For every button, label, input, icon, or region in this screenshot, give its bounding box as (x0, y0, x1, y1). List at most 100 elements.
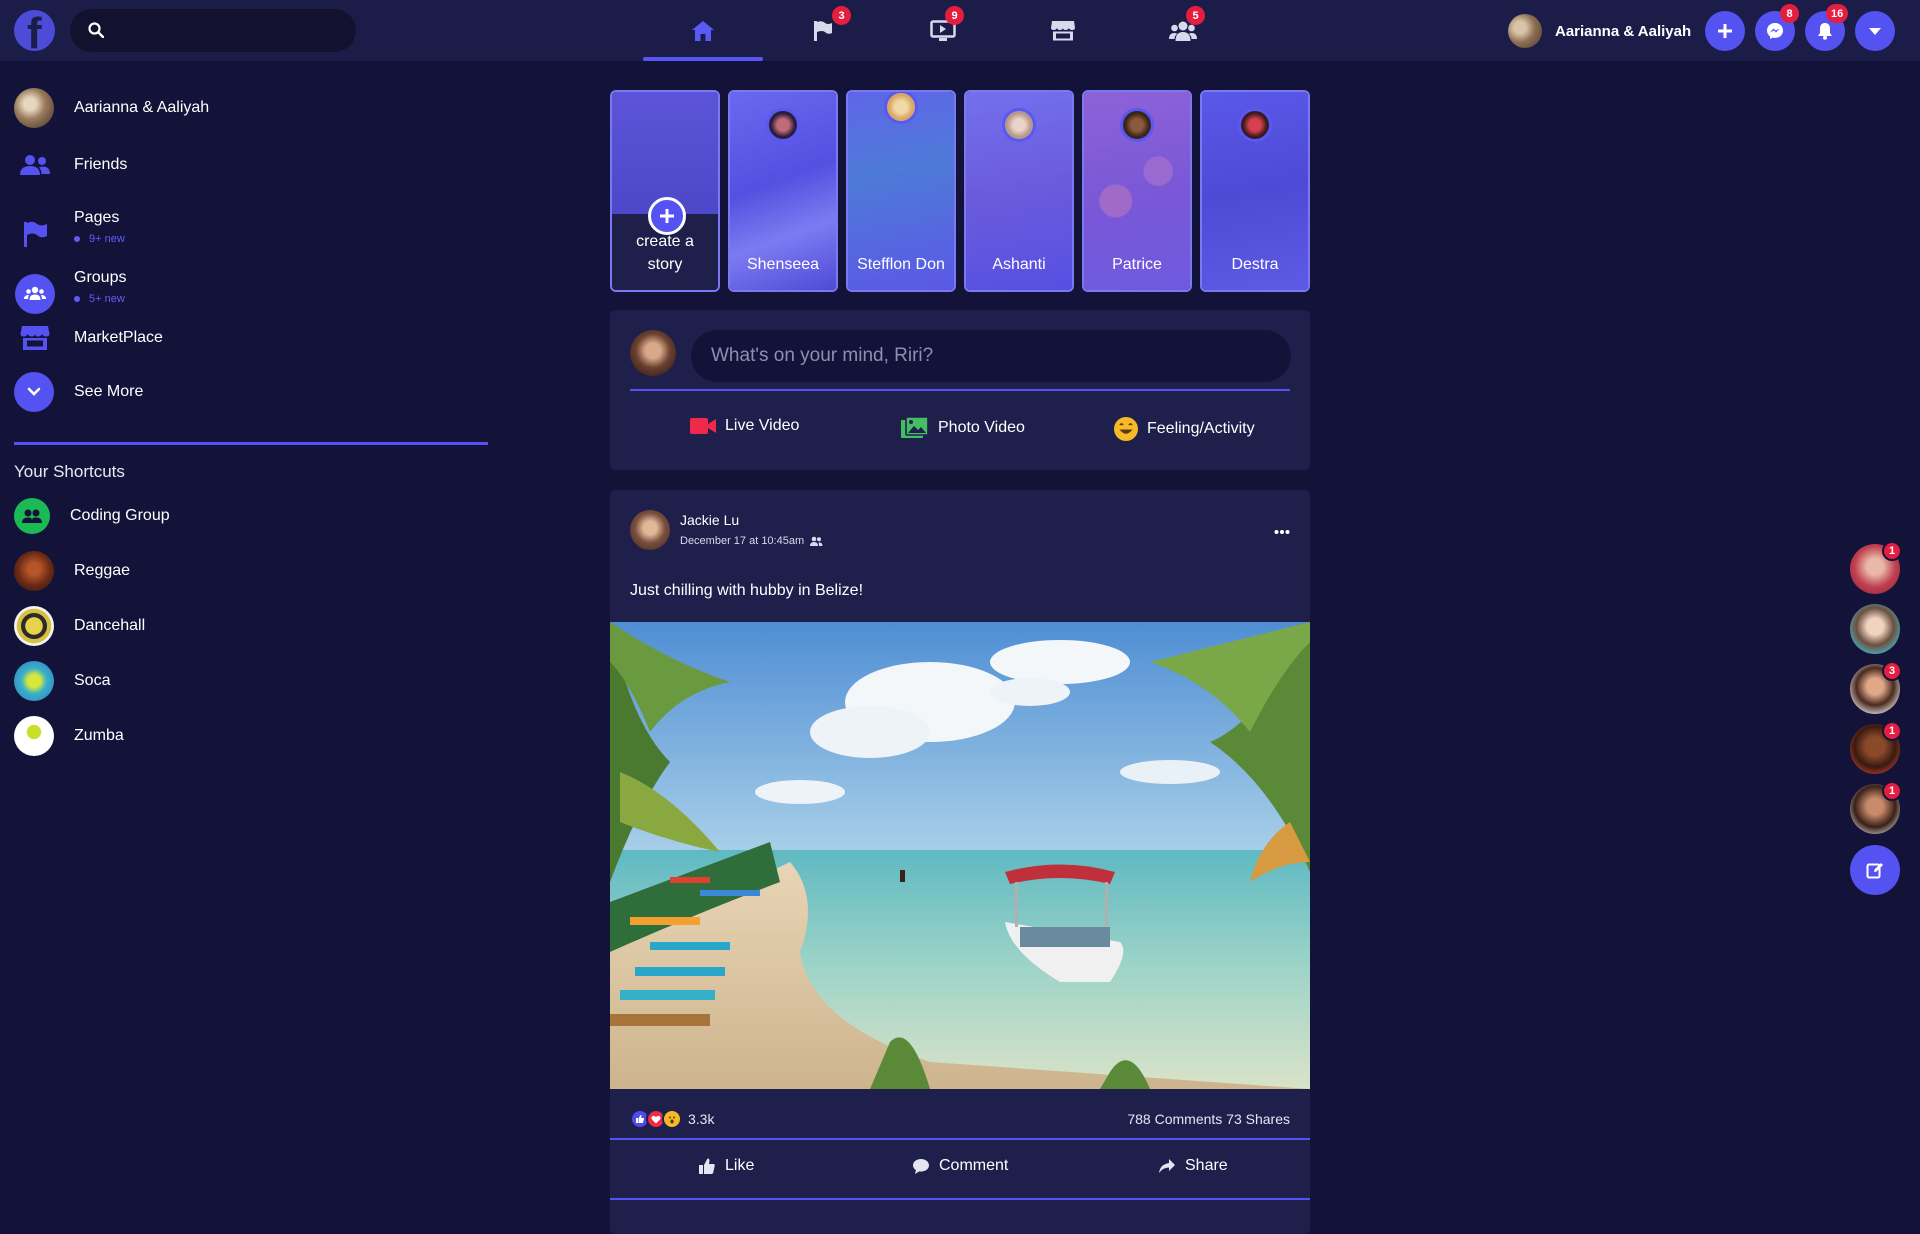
contact-chat-head[interactable] (1850, 604, 1900, 654)
avatar (14, 88, 54, 128)
notification-badge: 16 (1826, 4, 1849, 23)
shortcut-item-coding-group[interactable]: Coding Group (14, 498, 170, 534)
store-icon (1051, 20, 1075, 40)
post-options-button[interactable] (1274, 522, 1290, 540)
post-composer: What's on your mind, Riri? Live Video Ph… (610, 310, 1310, 470)
edit-icon (1866, 863, 1883, 879)
story-label: Destra (1231, 256, 1279, 273)
contact-chat-head[interactable]: 3 (1850, 661, 1902, 714)
post-text: Just chilling with hubby in Belize! (630, 582, 864, 599)
nav-tab-watch[interactable]: 9 (883, 0, 1003, 61)
like-label: Like (725, 1157, 755, 1174)
avatar (1120, 108, 1154, 142)
facebook-logo-icon[interactable]: f (14, 10, 55, 51)
sidebar-item-pages[interactable]: Pages 9+ new (14, 199, 125, 255)
plus-icon (1718, 24, 1732, 38)
shortcut-item-zumba[interactable]: Zumba (14, 716, 124, 756)
unread-badge: 1 (1882, 721, 1902, 741)
share-button[interactable]: Share (1158, 1157, 1228, 1175)
comments-shares-count[interactable]: 788 Comments 73 Shares (1127, 1111, 1290, 1127)
notification-badge: 5 (1186, 6, 1205, 25)
story-label: Shenseea (746, 256, 820, 273)
avatar (1508, 14, 1542, 48)
notification-badge: 9 (945, 6, 964, 25)
avatar (1002, 108, 1036, 142)
bell-icon (1818, 23, 1832, 40)
story-card[interactable]: Patrice (1082, 90, 1192, 292)
story-label: Ashanti (992, 256, 1046, 273)
reggae-icon (14, 551, 54, 591)
new-count-label: 5+ new (74, 293, 126, 305)
notifications-button[interactable]: 16 (1805, 4, 1849, 51)
sidebar-item-groups[interactable]: Groups 5+ new (14, 259, 126, 315)
like-button[interactable]: Like (698, 1157, 754, 1175)
wow-reaction-icon (662, 1109, 682, 1129)
story-card[interactable]: Stefflon Don (846, 90, 956, 292)
shortcuts-heading: Your Shortcuts (14, 462, 125, 481)
profile-name: Aarianna & Aaliyah (1555, 22, 1692, 40)
sidebar-item-see-more[interactable]: See More (14, 372, 143, 412)
nav-tab-pages[interactable]: 3 (763, 0, 883, 61)
account-menu-button[interactable] (1855, 11, 1895, 51)
story-card[interactable]: Ashanti (964, 90, 1074, 292)
unread-badge: 1 (1882, 541, 1902, 561)
flag-icon (14, 213, 56, 255)
search-icon (88, 22, 104, 38)
sidebar-item-label: Groups (74, 269, 127, 286)
messenger-button[interactable]: 8 (1755, 4, 1799, 51)
comment-label: Comment (939, 1157, 1009, 1174)
more-options-icon (1274, 530, 1290, 534)
reactions-summary[interactable] (630, 1109, 682, 1129)
sidebar-item-label: See More (74, 383, 144, 400)
profile-chip[interactable]: Aarianna & Aaliyah (1508, 14, 1691, 48)
post-timestamp[interactable]: December 17 at 10:45am (680, 535, 823, 547)
sidebar-item-label: Aarianna & Aaliyah (74, 99, 210, 116)
new-message-button[interactable] (1850, 845, 1900, 895)
shortcut-item-soca[interactable]: Soca (14, 661, 110, 701)
feeling-activity-button[interactable]: Feeling/Activity (1113, 416, 1255, 442)
avatar[interactable] (630, 510, 670, 550)
sidebar-item-marketplace[interactable]: MarketPlace (14, 317, 163, 359)
video-camera-icon (690, 418, 716, 434)
contact-chat-head[interactable]: 1 (1850, 781, 1902, 834)
create-button[interactable] (1705, 11, 1745, 51)
unread-badge: 3 (1882, 661, 1902, 681)
shortcut-item-dancehall[interactable]: Dancehall (14, 606, 145, 646)
avatar (1238, 108, 1272, 142)
post-divider (610, 1198, 1310, 1200)
nav-tab-home[interactable] (643, 0, 763, 61)
post-photo[interactable] (610, 622, 1310, 1089)
reactions-count[interactable]: 3.3k (688, 1111, 714, 1127)
sidebar-item-label: Pages (74, 209, 120, 226)
story-card[interactable]: Shenseea (728, 90, 838, 292)
zumba-icon (14, 716, 54, 756)
status-input[interactable]: What's on your mind, Riri? (691, 330, 1291, 382)
sidebar-item-profile[interactable]: Aarianna & Aaliyah (14, 88, 209, 128)
avatar (884, 92, 918, 124)
nav-tab-groups[interactable]: 5 (1123, 0, 1243, 61)
search-box[interactable] (70, 9, 356, 52)
groups-icon (14, 273, 56, 315)
search-input[interactable] (114, 9, 344, 52)
shortcut-label: Dancehall (74, 617, 146, 634)
story-label: Stefflon Don (857, 256, 945, 273)
contact-chat-head[interactable]: 1 (1850, 721, 1902, 774)
live-video-button[interactable]: Live Video (689, 416, 799, 436)
story-create[interactable]: create a story (610, 90, 720, 292)
shortcut-item-reggae[interactable]: Reggae (14, 551, 130, 591)
action-label: Photo Video (938, 419, 1025, 436)
comment-button[interactable]: Comment (912, 1157, 1008, 1175)
shortcut-label: Soca (74, 672, 111, 689)
sidebar-item-friends[interactable]: Friends (14, 144, 127, 186)
share-label: Share (1185, 1157, 1228, 1174)
feed-post: Jackie Lu December 17 at 10:45am Just ch… (610, 490, 1310, 1234)
nav-tab-marketplace[interactable] (1003, 0, 1123, 61)
top-navigation-bar: f 3 9 5 Aarianna & Aaliyah 8 16 (0, 0, 1920, 61)
contact-chat-head[interactable]: 1 (1850, 541, 1902, 594)
story-card[interactable]: Destra (1200, 90, 1310, 292)
post-author[interactable]: Jackie Lu (680, 512, 739, 528)
composer-divider (630, 389, 1290, 391)
friends-audience-icon (810, 536, 823, 546)
action-label: Live Video (725, 417, 800, 434)
photo-video-button[interactable]: Photo Video (900, 416, 1025, 440)
